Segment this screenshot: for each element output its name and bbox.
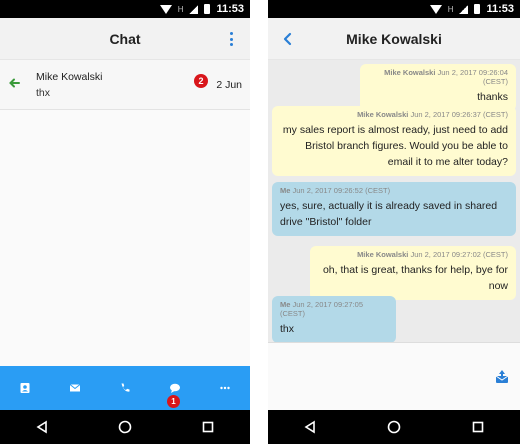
more-icon	[220, 386, 230, 390]
incoming-arrow-icon	[9, 78, 20, 88]
mail-icon	[69, 384, 81, 392]
message-timestamp: Jun 2, 2017 09:26:52 (CEST)	[292, 186, 391, 195]
message-meta: Mike Kowalski Jun 2, 2017 09:27:02 (CEST…	[318, 250, 508, 259]
send-icon[interactable]	[494, 369, 510, 385]
signal-icon	[189, 4, 199, 14]
system-recents-button[interactable]	[196, 417, 220, 437]
chat-icon	[170, 383, 180, 393]
wifi-icon	[429, 4, 442, 14]
message-sender: Mike Kowalski	[357, 110, 409, 119]
app-bar: Chat	[0, 18, 250, 60]
signal-icon	[459, 4, 469, 14]
conversation-row[interactable]: Mike Kowalski thx 2 2 Jun	[0, 60, 250, 110]
page-title: Chat	[109, 30, 141, 47]
message-text: thanks	[477, 91, 508, 103]
conversation-name: Mike Kowalski	[36, 71, 103, 83]
message-bubble: Mike Kowalski Jun 2, 2017 09:26:04 (CEST…	[360, 64, 516, 111]
app-bar: Mike Kowalski	[268, 18, 520, 60]
message-timestamp: Jun 2, 2017 09:26:04 (CEST)	[437, 68, 508, 86]
message-timestamp: Jun 2, 2017 09:27:02 (CEST)	[410, 250, 508, 259]
message-timestamp: Jun 2, 2017 09:27:05 (CEST)	[280, 300, 363, 318]
message-sender: Mike Kowalski	[357, 250, 409, 259]
message-text: thx	[280, 323, 295, 335]
wifi-icon	[159, 4, 172, 14]
unread-badge: 2	[194, 74, 208, 88]
chat-list-screen: H 11:53 Chat Mike Kowalski thx 2 2 Jun 1	[0, 0, 250, 444]
system-nav-bar	[0, 410, 250, 444]
back-triangle-icon	[36, 420, 47, 434]
conversation-preview: thx	[36, 87, 51, 99]
bottom-nav	[0, 366, 250, 410]
page-title: Mike Kowalski	[346, 30, 442, 47]
message-sender: Mike Kowalski	[384, 68, 436, 77]
message-meta: Mike Kowalski Jun 2, 2017 09:26:04 (CEST…	[368, 68, 508, 86]
message-meta: Me Jun 2, 2017 09:26:52 (CEST)	[280, 186, 508, 195]
system-recents-button[interactable]	[466, 417, 490, 437]
message-bubble: Mike Kowalski Jun 2, 2017 09:27:02 (CEST…	[310, 246, 516, 300]
message-timestamp: Jun 2, 2017 09:26:37 (CEST)	[410, 110, 508, 119]
message-text: oh, that is great, thanks for help, bye …	[322, 264, 508, 292]
phone-icon	[121, 383, 130, 392]
message-bubble: Me Jun 2, 2017 09:27:05 (CEST) thx	[272, 296, 396, 343]
message-text: yes, sure, actually it is already saved …	[280, 200, 498, 228]
message-meta: Me Jun 2, 2017 09:27:05 (CEST)	[280, 300, 388, 318]
message-sender: Me	[280, 300, 291, 309]
overflow-menu-icon[interactable]	[228, 32, 234, 46]
back-triangle-icon	[304, 420, 315, 434]
back-chevron-icon[interactable]	[280, 30, 296, 48]
status-bar: H 11:53	[0, 0, 250, 18]
chat-tab-badge: 1	[167, 395, 180, 408]
network-type-label: H	[177, 4, 184, 14]
message-bubble: Mike Kowalski Jun 2, 2017 09:26:37 (CEST…	[272, 106, 516, 176]
tab-contacts[interactable]	[0, 366, 50, 410]
battery-icon	[474, 4, 481, 14]
status-bar: H 11:53	[268, 0, 520, 18]
message-text: my sales report is almost ready, just ne…	[282, 124, 508, 168]
battery-icon	[204, 4, 211, 14]
contacts-icon	[20, 383, 30, 393]
clock: 11:53	[486, 3, 514, 15]
message-sender: Me	[280, 186, 291, 195]
system-home-button[interactable]	[382, 417, 406, 437]
message-meta: Mike Kowalski Jun 2, 2017 09:26:37 (CEST…	[280, 110, 508, 119]
recents-square-icon	[472, 421, 484, 433]
home-circle-icon	[387, 420, 401, 434]
home-circle-icon	[118, 420, 132, 434]
system-back-button[interactable]	[298, 417, 322, 437]
recents-square-icon	[203, 421, 214, 433]
chat-conversation-screen: H 11:53 Mike Kowalski Mike Kowalski Jun …	[268, 0, 520, 444]
tab-more[interactable]	[200, 366, 250, 410]
message-list: Mike Kowalski Jun 2, 2017 09:26:04 (CEST…	[268, 60, 520, 343]
message-bubble: Me Jun 2, 2017 09:26:52 (CEST) yes, sure…	[272, 182, 516, 236]
system-home-button[interactable]	[113, 417, 137, 437]
conversation-date: 2 Jun	[216, 79, 242, 91]
system-back-button[interactable]	[30, 417, 54, 437]
system-nav-bar	[268, 410, 520, 444]
tab-mail[interactable]	[50, 366, 100, 410]
message-composer[interactable]	[268, 342, 520, 410]
network-type-label: H	[447, 4, 454, 14]
tab-phone[interactable]	[100, 366, 150, 410]
clock: 11:53	[216, 3, 244, 15]
